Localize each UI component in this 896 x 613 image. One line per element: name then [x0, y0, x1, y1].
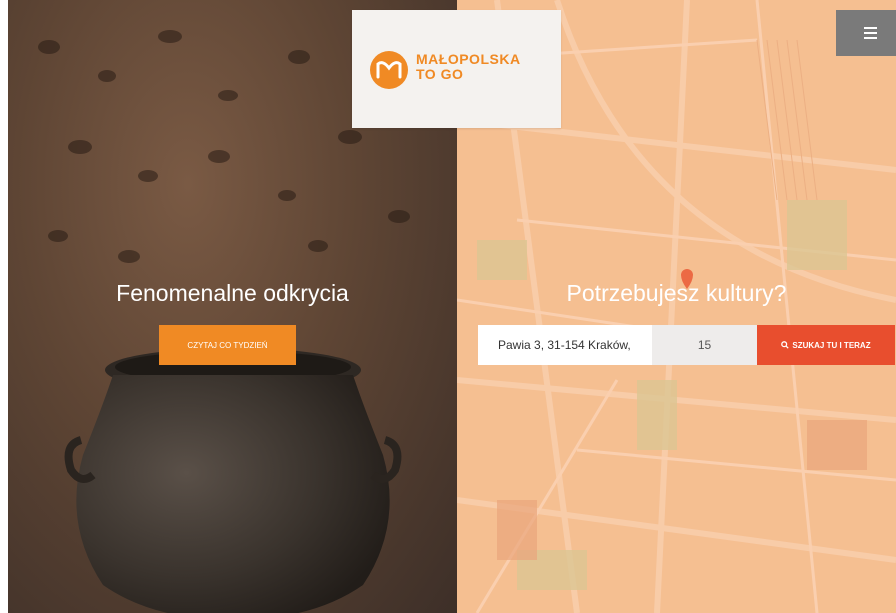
- stone-texture: [138, 170, 158, 182]
- search-here-now-button[interactable]: SZUKAJ TU I TERAZ: [757, 325, 895, 365]
- page: MAŁOPOLSKA TO GO Fenomenalne odkrycia CZ…: [0, 0, 896, 613]
- left-headline: Fenomenalne odkrycia: [116, 280, 349, 306]
- menu-button[interactable]: [836, 10, 896, 56]
- stone-texture: [288, 50, 310, 64]
- left-edge: [0, 0, 8, 613]
- logo-wordmark: MAŁOPOLSKA TO GO: [416, 52, 521, 82]
- logo-line-2: TO GO: [416, 66, 464, 82]
- search-button-label: SZUKAJ TU I TERAZ: [792, 340, 871, 350]
- stone-texture: [278, 190, 296, 201]
- read-weekly-button[interactable]: CZYTAJ CO TYDZIEŃ: [159, 325, 296, 365]
- stone-texture: [338, 130, 362, 144]
- address-input[interactable]: [478, 325, 652, 365]
- stone-texture: [388, 210, 410, 223]
- stone-texture: [308, 240, 328, 252]
- search-icon: [781, 341, 790, 349]
- stone-texture: [98, 70, 116, 82]
- logo-card[interactable]: MAŁOPOLSKA TO GO: [352, 10, 561, 128]
- stone-texture: [218, 90, 238, 101]
- stone-texture: [48, 230, 68, 242]
- distance-input[interactable]: [652, 325, 757, 365]
- stone-texture: [208, 150, 230, 163]
- logo-line-1: MAŁOPOLSKA: [416, 51, 521, 67]
- stone-texture: [158, 30, 182, 43]
- stone-texture: [118, 250, 140, 263]
- stone-texture: [68, 140, 92, 154]
- right-headline: Potrzebujesz kultury?: [566, 280, 787, 306]
- clay-pot-image: [64, 348, 402, 613]
- logo-icon: [370, 51, 408, 89]
- stone-texture: [38, 40, 60, 54]
